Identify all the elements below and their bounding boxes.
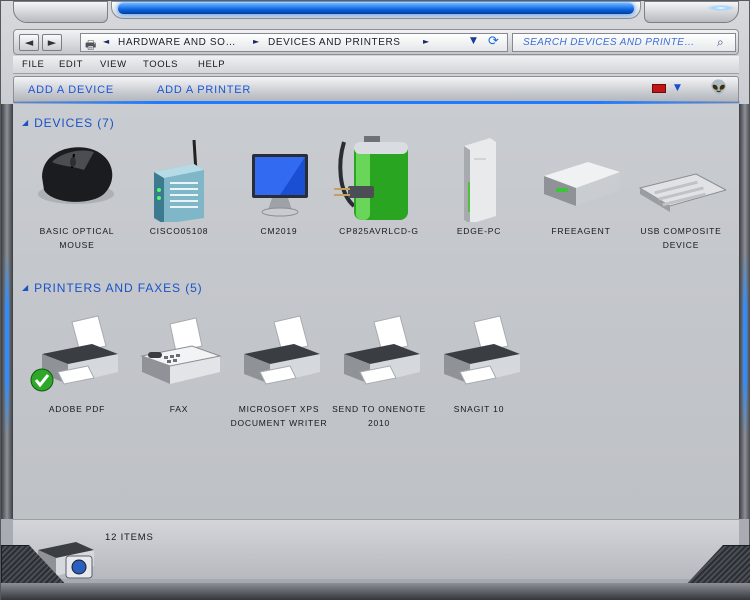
- devices-printers-icon: 🖶: [85, 38, 97, 52]
- frame-top-left-cap: [13, 1, 108, 23]
- frame-bottom-strip: [1, 583, 750, 600]
- add-printer-button[interactable]: ADD A PRINTER: [157, 84, 251, 96]
- menu-bar: FILE EDIT VIEW TOOLS HELP: [13, 56, 739, 74]
- refresh-button[interactable]: ⟳: [488, 34, 499, 49]
- printer-label: SEND TO ONENOTE 2010: [332, 404, 426, 428]
- command-bar: ADD A DEVICE ADD A PRINTER ▼ 👽: [13, 76, 740, 105]
- device-tile[interactable]: FREEAGENT: [531, 132, 631, 238]
- device-label: BASIC OPTICAL MOUSE: [39, 226, 115, 250]
- external-drive-icon: [536, 132, 626, 222]
- printer-label: ADOBE PDF: [48, 404, 106, 414]
- explorer-window: ◄ ► 🖶 ◄ HARDWARE AND SO… ► DEVICES AND P…: [0, 0, 750, 600]
- device-tile[interactable]: USB COMPOSITE DEVICE: [631, 132, 731, 252]
- address-bar[interactable]: 🖶 ◄ HARDWARE AND SO… ► DEVICES AND PRINT…: [80, 33, 508, 52]
- menu-help[interactable]: HELP: [198, 59, 225, 70]
- item-count: 12 ITEMS: [105, 532, 154, 543]
- printer-tile[interactable]: SNAGIT 10: [429, 310, 529, 416]
- device-tile[interactable]: EDGE-PC: [429, 132, 529, 238]
- address-dropdown-icon[interactable]: ▼: [470, 36, 477, 46]
- monitor-icon: [234, 132, 324, 222]
- printer-tile[interactable]: MICROSOFT XPS DOCUMENT WRITER: [229, 310, 329, 430]
- printer-tile[interactable]: SEND TO ONENOTE 2010: [329, 310, 429, 430]
- device-label: CM2019: [260, 226, 298, 236]
- printer-icon: [30, 310, 122, 400]
- printer-icon: [334, 310, 424, 400]
- menu-view[interactable]: VIEW: [100, 59, 127, 70]
- printer-label: SNAGIT 10: [453, 404, 505, 414]
- printer-tile[interactable]: ADOBE PDF: [27, 310, 127, 416]
- navigation-bar: ◄ ► 🖶 ◄ HARDWARE AND SO… ► DEVICES AND P…: [13, 29, 739, 55]
- printers-group-header[interactable]: ◢ PRINTERS AND FAXES (5): [22, 281, 203, 295]
- device-tile[interactable]: CM2019: [229, 132, 329, 238]
- menu-file[interactable]: FILE: [22, 59, 44, 70]
- change-view-button[interactable]: [652, 84, 666, 93]
- device-label: USB COMPOSITE DEVICE: [640, 226, 722, 250]
- device-label: CISCO05108: [149, 226, 209, 236]
- menu-edit[interactable]: EDIT: [59, 59, 83, 70]
- search-box[interactable]: SEARCH DEVICES AND PRINTE… ⌕: [512, 33, 736, 52]
- printers-header-label: PRINTERS AND FAXES (5): [34, 281, 203, 295]
- items-pane: ◢ DEVICES (7) BASIC OPTICAL MOUSE CISCO0…: [13, 104, 739, 519]
- battery-icon: [334, 132, 424, 222]
- back-button[interactable]: ◄: [19, 34, 39, 51]
- add-device-button[interactable]: ADD A DEVICE: [28, 84, 114, 96]
- mouse-icon: [32, 132, 122, 222]
- breadcrumb-arrow-icon[interactable]: ◄: [103, 37, 109, 46]
- printer-icon: [434, 310, 524, 400]
- title-glow: [118, 3, 634, 14]
- breadcrumb-arrow-icon[interactable]: ►: [423, 37, 429, 46]
- printer-label: MICROSOFT XPS DOCUMENT WRITER: [230, 404, 328, 428]
- collapse-triangle-icon[interactable]: ◢: [22, 118, 29, 127]
- devices-group-header[interactable]: ◢ DEVICES (7): [22, 116, 115, 130]
- details-pane: 12 ITEMS: [13, 519, 739, 579]
- breadcrumb-devices-and-printers[interactable]: DEVICES AND PRINTERS: [268, 37, 401, 48]
- forward-button[interactable]: ►: [42, 34, 62, 51]
- search-input[interactable]: SEARCH DEVICES AND PRINTE…: [523, 37, 713, 48]
- device-label: CP825AVRLCD-G: [339, 226, 419, 236]
- printer-label: FAX: [169, 404, 189, 414]
- frame-right-rail: [739, 104, 750, 519]
- printer-icon: [234, 310, 324, 400]
- breadcrumb-arrow-icon[interactable]: ►: [253, 37, 259, 46]
- breadcrumb-hardware-and-sound[interactable]: HARDWARE AND SO…: [118, 37, 236, 48]
- search-icon[interactable]: ⌕: [717, 35, 724, 50]
- devices-header-label: DEVICES (7): [34, 116, 115, 130]
- device-label: EDGE-PC: [456, 226, 502, 236]
- frame-left-rail: [1, 104, 13, 519]
- device-tile[interactable]: CP825AVRLCD-G: [329, 132, 429, 238]
- view-dropdown-icon[interactable]: ▼: [674, 83, 681, 93]
- device-tile[interactable]: CISCO05108: [129, 132, 229, 238]
- keyboard-icon: [636, 132, 728, 222]
- pc-tower-icon: [434, 132, 524, 224]
- collapse-triangle-icon[interactable]: ◢: [22, 283, 29, 292]
- light-flare: [707, 5, 735, 11]
- fax-icon: [134, 310, 224, 400]
- help-alien-icon[interactable]: 👽: [710, 80, 727, 96]
- device-label: FREEAGENT: [551, 226, 611, 236]
- device-tile[interactable]: BASIC OPTICAL MOUSE: [27, 132, 127, 252]
- default-check-icon: [30, 368, 54, 392]
- printer-tile[interactable]: FAX: [129, 310, 229, 416]
- menu-tools[interactable]: TOOLS: [143, 59, 178, 70]
- router-icon: [134, 132, 224, 224]
